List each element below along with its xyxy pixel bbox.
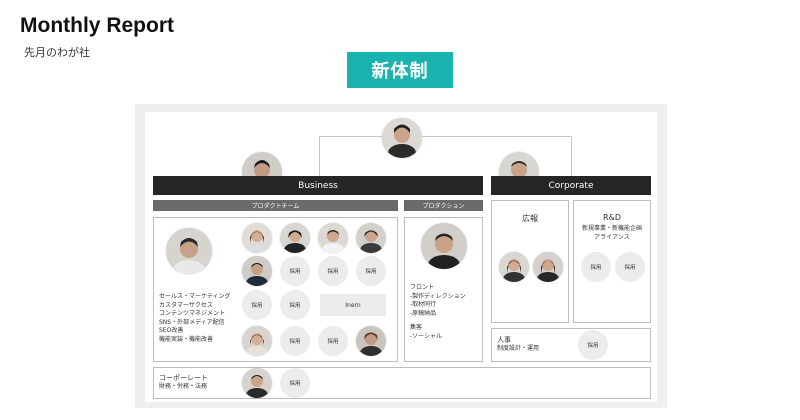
hiring-slot: 採用 [356, 256, 386, 286]
hiring-slot: 採用 [280, 290, 310, 320]
member-avatar [318, 223, 348, 253]
product-team-header: プロダクトチーム [153, 200, 398, 211]
member-avatar [356, 223, 386, 253]
front-item: -製作ディレクション [410, 292, 466, 300]
acquisition-title: 集客 [410, 324, 423, 331]
front-item: -取材同行 [410, 301, 437, 308]
front-title: フロント [410, 284, 435, 291]
duty-item: SNS・外部メディア配信 [159, 318, 225, 326]
product-team-box: セールス・マーケティング カスタマーサクセス コンテンツマネジメント SNS・外… [153, 217, 398, 362]
page-title: Monthly Report [20, 14, 174, 37]
rnd-desc-line: アライアンス [594, 233, 630, 241]
intern-slot: Inern [320, 294, 386, 316]
org-chart: Business Corporate プロダクトチーム プロダクション セールス… [145, 112, 657, 402]
hr-box: 人事 制度設計・運用 採用 [491, 328, 651, 362]
duty-item: セールス・マーケティング [159, 293, 231, 300]
hiring-slot: 採用 [280, 326, 310, 356]
connector-line [319, 136, 571, 137]
member-avatar [499, 252, 529, 282]
production-lead-avatar [421, 223, 467, 269]
corporate-row-text: コーポーレート 財務・労務・法務 [159, 374, 208, 391]
member-avatar [242, 326, 272, 356]
production-front: フロント -製作ディレクション -取材同行 -原稿納品 [410, 284, 466, 318]
corporate-row-box: コーポーレート 財務・労務・法務 採用 [153, 367, 651, 399]
new-structure-badge: 新体制 [347, 52, 453, 88]
duty-item: コンテンツマネジメント [159, 310, 226, 317]
hiring-slot: 採用 [578, 330, 608, 360]
corporate-row-label: コーポーレート [159, 374, 208, 382]
hiring-slot: 採用 [280, 368, 310, 398]
member-avatar [242, 256, 272, 286]
duty-item: SEO改善 [159, 327, 184, 334]
pr-box: 広報 [491, 200, 569, 323]
member-avatar [242, 223, 272, 253]
corporate-header: Corporate [491, 176, 651, 195]
hiring-slot: 採用 [242, 290, 272, 320]
hiring-slot: 採用 [318, 326, 348, 356]
rnd-label: R&D [603, 213, 621, 222]
connector-line [571, 136, 572, 176]
corporate-row-desc: 財務・労務・法務 [159, 382, 208, 390]
product-lead-avatar [166, 228, 212, 274]
production-header: プロダクション [404, 200, 483, 211]
connector-line [319, 136, 320, 176]
rnd-box: R&D 新規事業・新機能企画 アライアンス 採用 採用 [573, 200, 651, 323]
member-avatar [533, 252, 563, 282]
member-avatar [356, 326, 386, 356]
duty-item: 機能実装・機能改善 [159, 335, 214, 343]
hiring-slot: 採用 [615, 252, 645, 282]
page-subtitle: 先月のわが社 [24, 46, 90, 59]
hiring-slot: 採用 [581, 252, 611, 282]
duty-item: カスタマーサクセス [159, 301, 213, 309]
hiring-slot: 採用 [280, 256, 310, 286]
business-header: Business [153, 176, 483, 195]
production-acquisition: 集客 -ソーシャル [410, 324, 442, 341]
pr-label: 広報 [522, 214, 538, 223]
member-avatar [242, 368, 272, 398]
rnd-desc-line: 新規事業・新機能企画 [581, 225, 642, 232]
hr-text: 人事 制度設計・運用 [497, 336, 539, 353]
hr-desc: 制度設計・運用 [497, 344, 540, 352]
member-avatar [280, 223, 310, 253]
acquisition-item: -ソーシャル [410, 332, 443, 340]
rnd-desc: 新規事業・新機能企画 アライアンス [574, 225, 650, 242]
ceo-avatar [382, 118, 422, 158]
front-item: -原稿納品 [410, 309, 437, 317]
production-box: フロント -製作ディレクション -取材同行 -原稿納品 集客 -ソーシャル [404, 217, 483, 362]
hr-label: 人事 [497, 336, 511, 344]
hiring-slot: 採用 [318, 256, 348, 286]
product-duties: セールス・マーケティング カスタマーサクセス コンテンツマネジメント SNS・外… [159, 293, 231, 344]
